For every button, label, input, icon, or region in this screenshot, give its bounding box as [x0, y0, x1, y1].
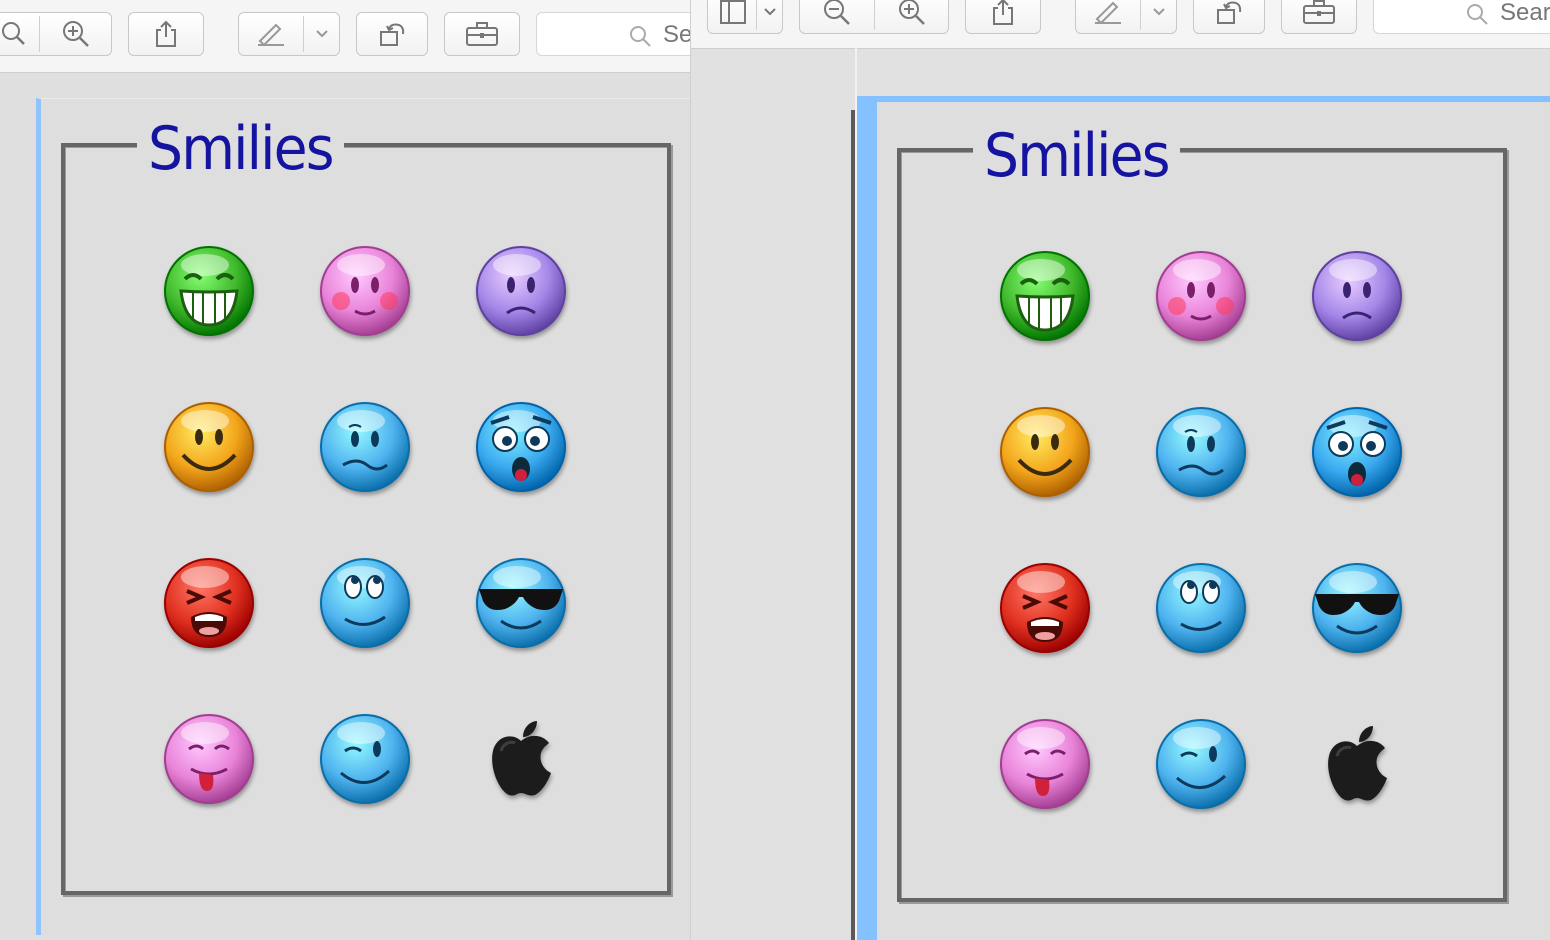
zoom-button-group [799, 0, 949, 34]
smiley-cool-icon [473, 555, 569, 651]
smiley-tongue-icon [997, 716, 1093, 812]
smiley-smile-icon [997, 404, 1093, 500]
rotate-icon [1214, 0, 1244, 26]
smiley-apple-icon [473, 711, 569, 807]
fieldset-title: Smilies [137, 119, 344, 179]
document-page[interactable]: Smilies [36, 98, 690, 935]
smiley-angry-icon [997, 560, 1093, 656]
share-icon [153, 20, 179, 48]
search-input-text: Sear [1500, 0, 1550, 26]
smiley-sad-icon [473, 243, 569, 339]
smiley-angry-icon [161, 555, 257, 651]
toolbar: Sear [691, 0, 1550, 49]
smiley-shocked-icon [1309, 404, 1405, 500]
chevron-down-icon[interactable] [305, 13, 339, 55]
right-preview-window: Sear Smilies [690, 0, 1550, 940]
zoom-out-icon[interactable] [800, 0, 874, 33]
smiley-grin-icon [997, 248, 1093, 344]
markup-button-group [238, 12, 340, 56]
markup-button-group [1075, 0, 1177, 34]
zoom-button-group [0, 12, 112, 56]
smiley-wink-icon [317, 711, 413, 807]
rotate-button[interactable] [356, 12, 428, 56]
left-preview-window: Se Smilies [0, 0, 690, 940]
chevron-down-icon[interactable] [1142, 0, 1176, 33]
share-button[interactable] [965, 0, 1041, 34]
share-icon [990, 0, 1016, 26]
smiley-wink-icon [1153, 716, 1249, 812]
toolbox-icon [465, 21, 499, 47]
toolbar: Se [0, 0, 690, 73]
zoom-in-icon[interactable] [41, 13, 111, 55]
search-field[interactable]: Se [536, 12, 690, 56]
toolbox-button[interactable] [1281, 0, 1357, 34]
share-button[interactable] [128, 12, 204, 56]
rotate-button[interactable] [1193, 0, 1265, 34]
search-icon [627, 23, 653, 49]
fieldset-title: Smilies [973, 126, 1180, 186]
rotate-icon [377, 20, 407, 48]
markup-pen-icon[interactable] [239, 13, 303, 55]
smiley-confused-icon [1153, 404, 1249, 500]
smiley-sad-icon [1309, 248, 1405, 344]
smiley-rolleyes-icon [1153, 560, 1249, 656]
smiley-tongue-icon [161, 711, 257, 807]
smiley-grin-icon [161, 243, 257, 339]
zoom-in-icon[interactable] [876, 0, 948, 33]
smiley-rolleyes-icon [317, 555, 413, 651]
search-field[interactable]: Sear [1373, 0, 1550, 34]
toolbox-button[interactable] [444, 12, 520, 56]
smiley-cool-icon [1309, 560, 1405, 656]
search-input-text: Se [663, 21, 690, 48]
document-page[interactable]: Smilies [857, 96, 1550, 940]
chevron-down-icon [758, 0, 782, 27]
smiley-apple-icon [1309, 716, 1405, 812]
smiley-shocked-icon [473, 399, 569, 495]
smiley-confused-icon [317, 399, 413, 495]
smiley-blush-icon [317, 243, 413, 339]
smiley-blush-icon [1153, 248, 1249, 344]
markup-pen-icon[interactable] [1076, 0, 1140, 33]
sidebar-button[interactable] [707, 0, 783, 34]
smiley-smile-icon [161, 399, 257, 495]
page-shadow [851, 110, 855, 940]
search-icon [1464, 1, 1490, 27]
sidebar-icon [716, 0, 750, 29]
toolbox-icon [1302, 0, 1336, 25]
zoom-out-icon[interactable] [0, 13, 39, 55]
